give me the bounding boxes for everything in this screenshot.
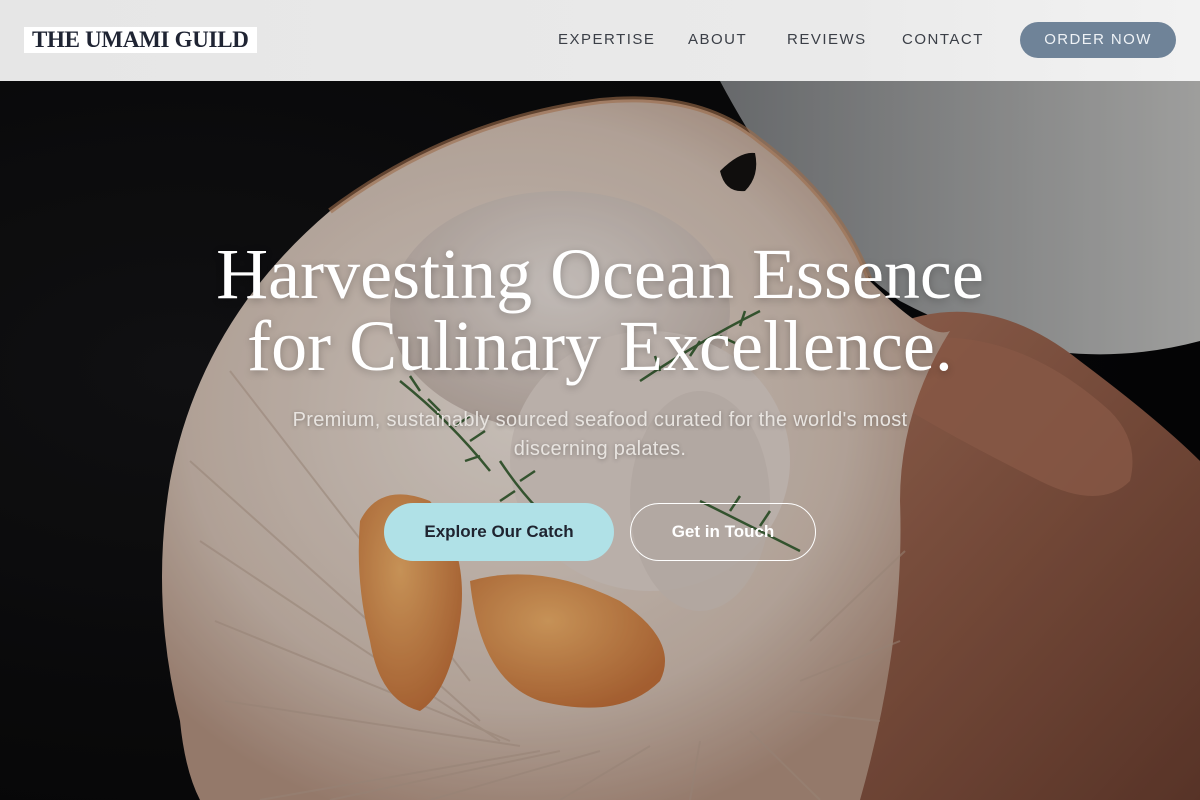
order-now-button[interactable]: ORDER NOW [1020, 22, 1176, 58]
get-in-touch-button[interactable]: Get in Touch [630, 503, 816, 561]
nav-link-contact[interactable]: CONTACT [902, 30, 984, 50]
hero-section: Harvesting Ocean Essence for Culinary Ex… [0, 81, 1200, 800]
nav-link-about[interactable]: ABOUT [688, 30, 747, 50]
hero-title-line-1: Harvesting Ocean Essence [216, 234, 984, 314]
hero-subtitle: Premium, sustainably sourced seafood cur… [292, 409, 908, 460]
nav-link-expertise[interactable]: EXPERTISE [558, 30, 655, 50]
hero-title-line-2: for Culinary Excellence. [247, 306, 953, 386]
explore-catch-button[interactable]: Explore Our Catch [384, 503, 614, 561]
nav-link-reviews[interactable]: REVIEWS [787, 30, 867, 50]
hero-title: Harvesting Ocean Essence for Culinary Ex… [100, 238, 1100, 382]
site-header: THE UMAMI GUILD EXPERTISE ABOUT REVIEWS … [0, 0, 1200, 81]
logo[interactable]: THE UMAMI GUILD [24, 27, 257, 53]
